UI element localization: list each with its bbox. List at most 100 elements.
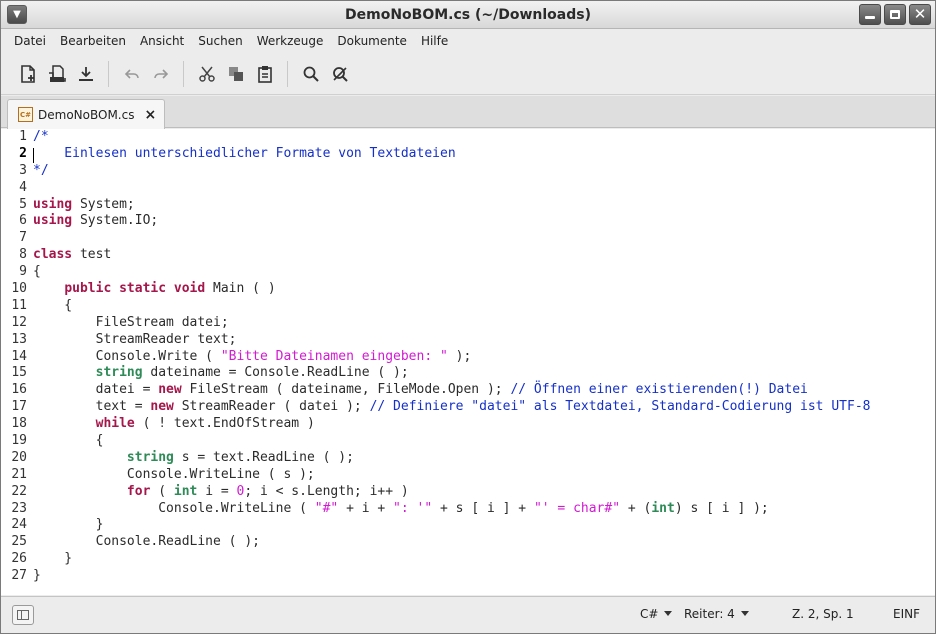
code-token: FileStream datei;	[33, 314, 229, 330]
menu-datei[interactable]: Datei	[7, 30, 53, 52]
code-token: }	[33, 517, 104, 533]
line-number: 4	[19, 179, 27, 195]
code-token: StreamReader ( datei );	[173, 399, 370, 415]
code-token: ; i < s.Length; i++ )	[244, 483, 409, 499]
code-line[interactable]: {	[33, 298, 935, 315]
code-line[interactable]: Console.WriteLine ( s );	[33, 467, 935, 484]
line-number: 25	[11, 534, 27, 550]
code-token: // Definiere "datei" als Textdatei, Stan…	[369, 399, 871, 415]
code-token: i =	[197, 483, 237, 499]
code-line[interactable]: }	[33, 568, 935, 585]
cut-button[interactable]	[192, 59, 221, 89]
code-token: ": '"	[393, 500, 433, 516]
menu-ansicht[interactable]: Ansicht	[133, 30, 191, 52]
code-line[interactable]: while ( ! text.EndOfStream )	[33, 416, 935, 433]
code-line[interactable]: text = new StreamReader ( datei ); // De…	[33, 399, 935, 416]
code-line[interactable]: Console.WriteLine ( "#" + i + ": '" + s …	[33, 501, 935, 518]
language-selector[interactable]: C#	[640, 607, 673, 621]
code-line[interactable]: using System;	[33, 197, 935, 214]
code-token: Console.ReadLine ( );	[33, 534, 260, 550]
line-number: 18	[11, 416, 27, 432]
code-line[interactable]: {	[33, 264, 935, 281]
paste-button[interactable]	[250, 59, 279, 89]
menu-suchen[interactable]: Suchen	[191, 30, 249, 52]
code-line[interactable]: using System.IO;	[33, 213, 935, 230]
code-area[interactable]: /* Einlesen unterschiedlicher Formate vo…	[33, 129, 935, 585]
code-line[interactable]: StreamReader text;	[33, 332, 935, 349]
search-button[interactable]	[296, 59, 325, 89]
code-token: {	[33, 433, 104, 449]
side-panel-icon	[17, 610, 29, 620]
code-line[interactable]: }	[33, 551, 935, 568]
code-line[interactable]: class test	[33, 247, 935, 264]
line-number: 26	[11, 551, 27, 567]
copy-button[interactable]	[221, 59, 250, 89]
code-line[interactable]: /*	[33, 129, 935, 146]
tab-label: DemoNoBOM.cs	[38, 107, 135, 122]
line-number: 17	[11, 399, 27, 415]
line-number: 10	[11, 281, 27, 297]
menu-werkzeuge[interactable]: Werkzeuge	[250, 30, 331, 52]
window-controls: ✕	[859, 4, 931, 25]
code-line[interactable]: datei = new FileStream ( dateiname, File…	[33, 382, 935, 399]
line-number: 11	[11, 297, 27, 313]
code-line[interactable]: Console.ReadLine ( );	[33, 534, 935, 551]
code-editor[interactable]: 1 2 3 4 5 6 7 8 9 10 11 12 13 14 15 16 17 18 19 20 21 22 23 24 2…	[1, 129, 935, 595]
menu-dokumente[interactable]: Dokumente	[330, 30, 414, 52]
paste-icon	[257, 65, 272, 83]
code-line[interactable]: public static void Main ( )	[33, 281, 935, 298]
code-token: new	[150, 399, 174, 415]
code-line[interactable]: string dateiname = Console.ReadLine ( );	[33, 365, 935, 382]
tab-close-button[interactable]: ×	[144, 107, 156, 123]
line-number: 23	[11, 500, 27, 516]
tab-demonobom[interactable]: C# DemoNoBOM.cs ×	[7, 99, 165, 129]
code-token: s = text.ReadLine ( );	[173, 449, 354, 465]
menu-bearbeiten[interactable]: Bearbeiten	[53, 30, 133, 52]
code-token: /*	[33, 129, 49, 144]
maximize-button[interactable]	[884, 4, 906, 25]
code-line[interactable]: string s = text.ReadLine ( );	[33, 450, 935, 467]
title-bar[interactable]: ▼ DemoNoBOM.cs (~/Downloads) ✕	[1, 1, 935, 29]
code-line[interactable]: for ( int i = 0; i < s.Length; i++ )	[33, 484, 935, 501]
new-document-button[interactable]	[13, 59, 42, 89]
line-number: 21	[11, 466, 27, 482]
save-button[interactable]	[71, 59, 100, 89]
code-line[interactable]: {	[33, 433, 935, 450]
code-token: (	[150, 483, 174, 499]
code-line[interactable]	[33, 180, 935, 197]
side-panel-toggle-button[interactable]	[12, 605, 34, 625]
tab-width-label: Reiter: 4	[684, 607, 735, 621]
code-token: + (	[620, 500, 652, 516]
line-number: 2	[19, 145, 27, 161]
code-token: + i +	[338, 500, 394, 516]
code-line[interactable]: }	[33, 517, 935, 534]
tab-width-selector[interactable]: Reiter: 4	[684, 607, 749, 621]
minimize-button[interactable]	[859, 4, 881, 25]
undo-button[interactable]	[117, 59, 146, 89]
code-line[interactable]: */	[33, 163, 935, 180]
close-window-button[interactable]: ✕	[909, 4, 931, 25]
code-token: System;	[72, 196, 135, 212]
search-icon	[303, 66, 319, 82]
replace-button[interactable]	[325, 59, 354, 89]
code-token: for	[126, 483, 151, 499]
line-number: 20	[11, 449, 27, 465]
redo-button[interactable]	[146, 59, 175, 89]
cursor-position: Z. 2, Sp. 1	[792, 607, 854, 621]
code-line[interactable]: Einlesen unterschiedlicher Formate von T…	[33, 146, 935, 163]
editor-window: ▼ DemoNoBOM.cs (~/Downloads) ✕ Datei Bea…	[0, 0, 936, 634]
code-token: );	[447, 348, 472, 364]
code-token: */	[33, 162, 49, 178]
open-document-button[interactable]	[42, 59, 71, 89]
insert-mode: EINF	[893, 607, 920, 621]
code-line[interactable]: FileStream datei;	[33, 315, 935, 332]
code-token: System.IO;	[72, 213, 159, 229]
menu-hilfe[interactable]: Hilfe	[414, 30, 455, 52]
chevron-down-icon	[740, 611, 749, 616]
code-line[interactable]: Console.Write ( "Bitte Dateinamen eingeb…	[33, 349, 935, 366]
code-line[interactable]	[33, 230, 935, 247]
new-document-icon	[20, 64, 35, 83]
